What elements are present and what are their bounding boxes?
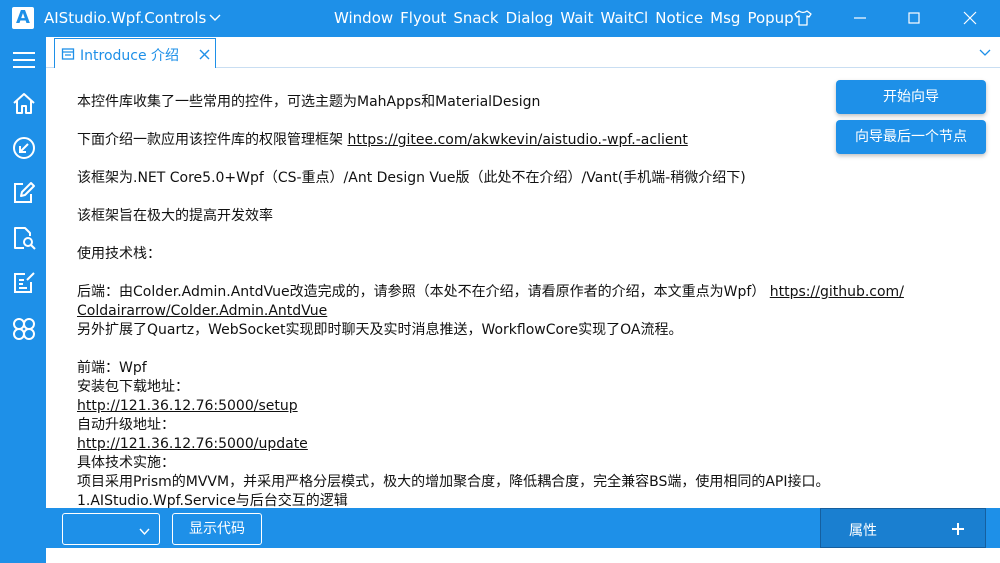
menu-msg[interactable]: Msg xyxy=(710,9,740,27)
text-line: 自动升级地址： xyxy=(77,417,175,433)
tshirt-icon[interactable] xyxy=(793,8,813,28)
properties-label: 属性 xyxy=(849,523,877,539)
gitee-link[interactable]: https://gitee.com/akwkevin/aistudio.-wpf… xyxy=(347,132,687,148)
tab-introduce[interactable]: Introduce 介绍 xyxy=(54,38,216,68)
bottom-bar: 显示代码 属性 xyxy=(46,508,1000,548)
menu-wait[interactable]: Wait xyxy=(560,9,593,27)
text-line: 使用技术栈： xyxy=(77,246,161,262)
chevron-down-icon[interactable] xyxy=(208,10,222,24)
close-icon[interactable] xyxy=(960,8,980,28)
github-link[interactable]: https://github.com/ xyxy=(770,284,904,300)
menu-waitcl[interactable]: WaitCl xyxy=(600,9,648,27)
edit-icon[interactable] xyxy=(11,180,37,206)
hamburger-menu-icon[interactable] xyxy=(11,47,37,73)
setup-link[interactable]: http://121.36.12.76:5000/setup xyxy=(77,398,298,414)
text-line: 该框架旨在极大的提高开发效率 xyxy=(77,208,273,224)
text-line: 安装包下载地址： xyxy=(77,379,189,395)
text-line: 项目采用Prism的MVVM，并采用严格分层模式，极大的增加聚合度，降低耦合度，… xyxy=(77,474,830,490)
text-line: 具体技术实施： xyxy=(77,455,175,471)
text-line: http://121.36.12.76:5000/setup xyxy=(77,397,967,416)
intro-text: 本控件库收集了一些常用的控件，可选主题为MahApps和MaterialDesi… xyxy=(77,93,967,508)
chevron-down-icon[interactable] xyxy=(138,523,151,536)
maximize-icon[interactable] xyxy=(904,8,924,28)
note-edit-icon[interactable] xyxy=(11,270,37,296)
minimize-icon[interactable] xyxy=(850,8,870,28)
menu-window[interactable]: Window xyxy=(334,9,393,27)
text-line: 前端：Wpf xyxy=(77,360,147,376)
github-link-cont[interactable]: Coldairarrow/Colder.Admin.AntdVue xyxy=(77,303,327,319)
app-title[interactable]: AIStudio.Wpf.Controls xyxy=(44,9,206,27)
text-line: 后端：由Colder.Admin.AntdVue改造完成的，请参照（本处不在介绍… xyxy=(77,284,904,319)
main-panel: Introduce 介绍 本控件库收集了一些常用的控件，可选主题为MahApps… xyxy=(46,37,1000,563)
plus-icon[interactable] xyxy=(951,521,965,535)
guide-last-node-button[interactable]: 向导最后一个节点 xyxy=(836,120,986,154)
text-line: 本控件库收集了一些常用的控件，可选主题为MahApps和MaterialDesi… xyxy=(77,94,541,110)
properties-panel[interactable]: 属性 xyxy=(820,508,986,548)
arrow-down-left-icon[interactable] xyxy=(11,135,37,161)
menu-flyout[interactable]: Flyout xyxy=(400,9,446,27)
grid-clover-icon[interactable] xyxy=(11,316,37,342)
start-guide-button[interactable]: 开始向导 xyxy=(836,80,986,114)
update-link[interactable]: http://121.36.12.76:5000/update xyxy=(77,436,308,452)
status-strip xyxy=(46,548,1000,563)
close-icon[interactable] xyxy=(198,46,211,60)
tab-bar: Introduce 介绍 xyxy=(46,37,1000,68)
document-icon xyxy=(61,46,75,60)
content-area: 本控件库收集了一些常用的控件，可选主题为MahApps和MaterialDesi… xyxy=(46,68,1000,508)
document-search-icon[interactable] xyxy=(11,225,37,251)
chevron-down-icon[interactable] xyxy=(978,45,992,59)
home-icon[interactable] xyxy=(11,91,37,117)
menu-popup[interactable]: Popup xyxy=(747,9,793,27)
text-line: 下面介绍一款应用该控件库的权限管理框架 https://gitee.com/ak… xyxy=(77,132,688,148)
left-nav xyxy=(0,37,46,563)
menu-snack[interactable]: Snack xyxy=(453,9,498,27)
title-menu: Window Flyout Snack Dialog Wait WaitCl N… xyxy=(334,9,794,27)
show-code-button[interactable]: 显示代码 xyxy=(172,513,262,545)
menu-notice[interactable]: Notice xyxy=(655,9,703,27)
text-line: 另外扩展了Quartz，WebSocket实现即时聊天及实时消息推送，Workf… xyxy=(77,322,683,338)
tab-label: Introduce 介绍 xyxy=(80,48,180,64)
app-logo: A xyxy=(12,7,34,29)
title-bar: A AIStudio.Wpf.Controls Window Flyout Sn… xyxy=(0,0,1000,37)
text-line: http://121.36.12.76:5000/update xyxy=(77,435,967,454)
text-line: 1.AIStudio.Wpf.Service与后台交互的逻辑 xyxy=(77,493,348,508)
text-line: 该框架为.NET Core5.0+Wpf（CS-重点）/Ant Design V… xyxy=(77,170,746,186)
theme-combobox[interactable] xyxy=(62,513,160,545)
menu-dialog[interactable]: Dialog xyxy=(506,9,554,27)
